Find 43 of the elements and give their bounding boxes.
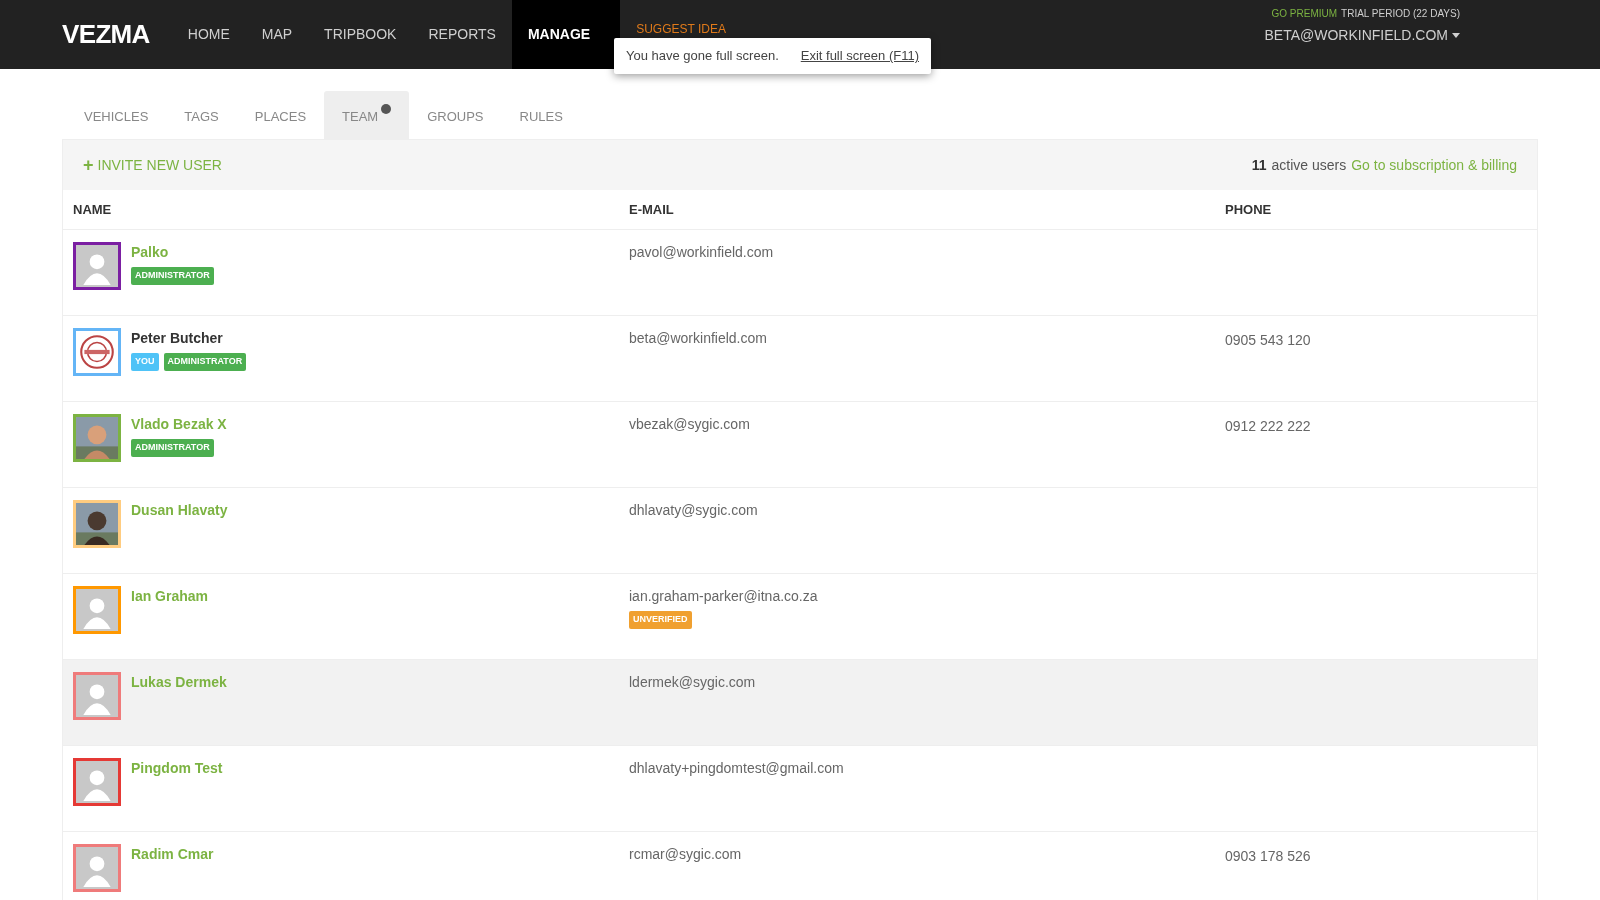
- role-badge: ADMINISTRATOR: [163, 353, 247, 371]
- tab[interactable]: PLACES: [236, 91, 325, 139]
- phone-text: 0912 222 222: [1225, 418, 1311, 434]
- email-text: ian.graham-parker@itna.co.za: [629, 587, 818, 606]
- email-text: rcmar@sygic.com: [629, 845, 742, 864]
- user-count-label: active users: [1271, 155, 1347, 175]
- role-badge: ADMINISTRATOR: [131, 267, 214, 285]
- phone-text: 0905 543 120: [1225, 332, 1311, 348]
- phone-text: 0903 178 526: [1225, 848, 1311, 864]
- user-name[interactable]: Peter Butcher: [131, 328, 247, 349]
- tab[interactable]: TEAM: [324, 91, 410, 139]
- email-text: dhlavaty@sygic.com: [629, 501, 758, 520]
- premium-link[interactable]: GO PREMIUM: [1271, 6, 1338, 21]
- tab[interactable]: TAGS: [166, 91, 237, 139]
- account-menu[interactable]: BETA@WORKINFIELD.COM: [1264, 25, 1460, 46]
- email-text: dhlavaty+pingdomtest@gmail.com: [629, 759, 844, 778]
- suggest-link[interactable]: SUGGEST IDEA: [636, 22, 726, 36]
- logo[interactable]: VEZMA: [62, 15, 150, 54]
- notice-text: You have gone full screen.: [626, 47, 779, 65]
- user-count: 11: [1251, 155, 1267, 175]
- status-badge: UNVERIFIED: [629, 611, 692, 629]
- email-text: vbezak@sygic.com: [629, 415, 750, 434]
- role-badge: YOU: [131, 353, 159, 371]
- plus-icon: +: [83, 156, 94, 174]
- tab[interactable]: RULES: [501, 91, 581, 139]
- email-text: pavol@workinfield.com: [629, 243, 774, 262]
- nav-item[interactable]: MANAGE: [511, 0, 621, 69]
- role-badge: ADMINISTRATOR: [131, 439, 214, 457]
- email-text: ldermek@sygic.com: [629, 673, 756, 692]
- nav-item[interactable]: HOME: [171, 0, 246, 69]
- column-header: E-MAIL: [629, 200, 675, 219]
- nav-item[interactable]: MAP: [245, 0, 309, 69]
- trial-text: TRIAL PERIOD (22 DAYS): [1341, 7, 1460, 21]
- column-header: PHONE: [1225, 200, 1273, 219]
- tab[interactable]: VEHICLES: [66, 91, 167, 139]
- tab[interactable]: GROUPS: [409, 91, 502, 139]
- nav-item[interactable]: TRIPBOOK: [308, 0, 413, 69]
- user-row[interactable]: Lukas Dermek ldermek@sygic.com: [63, 660, 1537, 746]
- exit-fullscreen-link[interactable]: Exit full screen (F11): [800, 46, 919, 66]
- email-text: beta@workinfield.com: [629, 329, 767, 348]
- caret-icon: [1452, 33, 1460, 38]
- column-header: NAME: [73, 200, 113, 219]
- nav-item[interactable]: REPORTS: [412, 0, 512, 69]
